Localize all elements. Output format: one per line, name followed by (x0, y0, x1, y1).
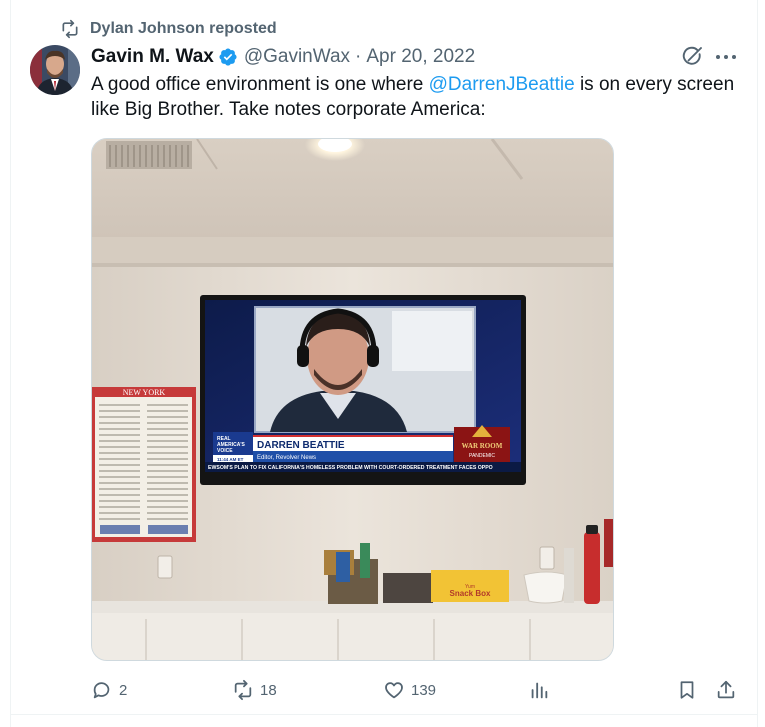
show-logo: WAR ROOM (462, 442, 503, 450)
like-count: 139 (411, 681, 437, 699)
views-button[interactable] (528, 676, 550, 704)
snack-box-label: Snack Box (450, 589, 491, 598)
broadcast-time: 11:44 AM ET (217, 457, 244, 462)
poster-header: NEW YORK (123, 388, 166, 397)
reply-icon (93, 682, 110, 699)
more-options-icon[interactable] (714, 46, 738, 68)
tweet-date[interactable]: Apr 20, 2022 (366, 46, 475, 68)
repost-text: Dylan Johnson reposted (90, 20, 277, 37)
timeline-border-right (757, 0, 758, 727)
reply-button[interactable]: 2 (91, 676, 127, 704)
repost-icon (234, 679, 252, 701)
author-name[interactable]: Gavin M. Wax (91, 46, 214, 68)
lower-third-name: DARREN BEATTIE (257, 440, 345, 451)
news-ticker: EWSOM'S PLAN TO FIX CALIFORNIA'S HOMELES… (208, 465, 493, 471)
tweet-header: Gavin M. Wax @GavinWax · Apr 20, 2022 (91, 44, 475, 70)
show-logo-sub: PANDEMIC (469, 453, 495, 459)
separator-dot: · (355, 46, 362, 67)
bookmark-button[interactable] (676, 676, 698, 704)
repost-button[interactable]: 18 (232, 676, 277, 704)
author-handle[interactable]: @GavinWax (244, 46, 350, 68)
analytics-icon (531, 682, 548, 699)
tweet-text: A good office environment is one where @… (91, 72, 751, 122)
share-button[interactable] (715, 676, 737, 704)
avatar[interactable] (30, 45, 80, 95)
repost-banner[interactable]: Dylan Johnson reposted (60, 18, 277, 40)
mention-link[interactable]: @DarrenJBeattie (429, 74, 575, 95)
bookmark-icon (680, 681, 694, 699)
share-icon (717, 680, 735, 699)
grok-icon[interactable] (680, 45, 704, 69)
network-label-3: VOICE (217, 448, 233, 454)
repost-icon (62, 19, 78, 39)
repost-count: 18 (260, 681, 277, 699)
heart-icon (385, 682, 403, 699)
timeline-border-left (10, 0, 11, 727)
like-button[interactable]: 139 (383, 676, 436, 704)
tweet-divider (10, 714, 758, 715)
verified-badge-icon[interactable] (218, 47, 238, 67)
action-bar: 2 18 139 (91, 676, 741, 704)
reply-count: 2 (119, 681, 128, 699)
lower-third-title: Editor, Revolver News (257, 455, 316, 461)
tweet-text-part: A good office environment is one where (91, 74, 429, 95)
tweet-photo[interactable]: NEW YORK REAL AMERICA'S VOICE 11:44 AM E… (91, 138, 614, 661)
